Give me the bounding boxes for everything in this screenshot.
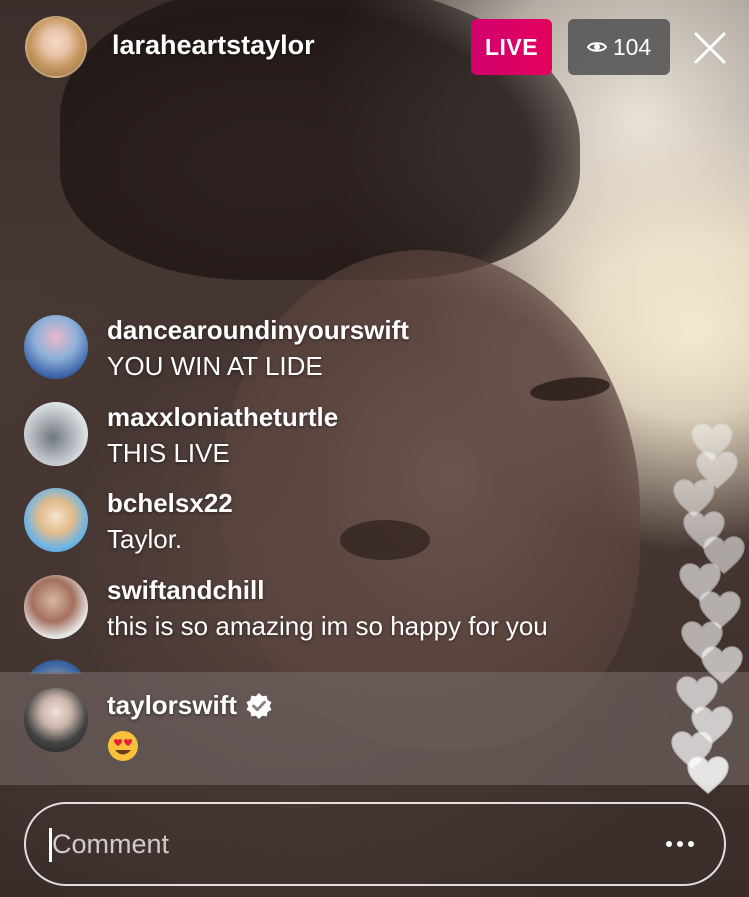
heart-eyes-emoji bbox=[108, 731, 138, 761]
comment-input[interactable] bbox=[52, 804, 642, 884]
commenter-avatar[interactable] bbox=[24, 315, 88, 379]
commenter-username[interactable]: swiftandchill bbox=[107, 575, 264, 606]
floating-hearts bbox=[660, 420, 749, 800]
commenter-username[interactable]: bchelsx22 bbox=[107, 488, 233, 519]
host-avatar[interactable] bbox=[25, 16, 87, 78]
commenter-avatar[interactable] bbox=[24, 488, 88, 552]
comment-text: Taylor. bbox=[107, 524, 183, 554]
pinned-comment[interactable]: taylorswift bbox=[0, 672, 749, 785]
comment-text: this is so amazing im so happy for you bbox=[107, 611, 548, 641]
close-icon[interactable] bbox=[690, 28, 730, 68]
host-username[interactable]: laraheartstaylor bbox=[112, 30, 315, 61]
video-eye-shape bbox=[340, 520, 430, 560]
heart-icon bbox=[687, 756, 729, 794]
viewer-count: 104 bbox=[612, 33, 652, 60]
live-badge: LIVE bbox=[471, 19, 552, 75]
viewer-count-badge[interactable]: 104 bbox=[568, 19, 670, 75]
more-options-icon[interactable] bbox=[656, 826, 704, 862]
live-header: laraheartstaylor LIVE 104 bbox=[0, 0, 749, 95]
eye-icon bbox=[586, 42, 607, 52]
pinned-commenter-username-row[interactable]: taylorswift bbox=[107, 690, 273, 721]
commenter-username[interactable]: dancearoundinyourswift bbox=[107, 315, 409, 346]
commenter-username[interactable]: maxxloniatheturtle bbox=[107, 402, 338, 433]
verified-badge-icon bbox=[246, 692, 272, 719]
comment-text: THIS LIVE bbox=[107, 438, 230, 468]
commenter-avatar[interactable] bbox=[24, 575, 88, 639]
pinned-commenter-avatar[interactable] bbox=[24, 688, 88, 752]
commenter-avatar[interactable] bbox=[24, 402, 88, 466]
pinned-commenter-username: taylorswift bbox=[107, 690, 238, 720]
comment-box[interactable] bbox=[24, 802, 726, 886]
comment-text: YOU WIN AT LIDE bbox=[107, 351, 323, 381]
